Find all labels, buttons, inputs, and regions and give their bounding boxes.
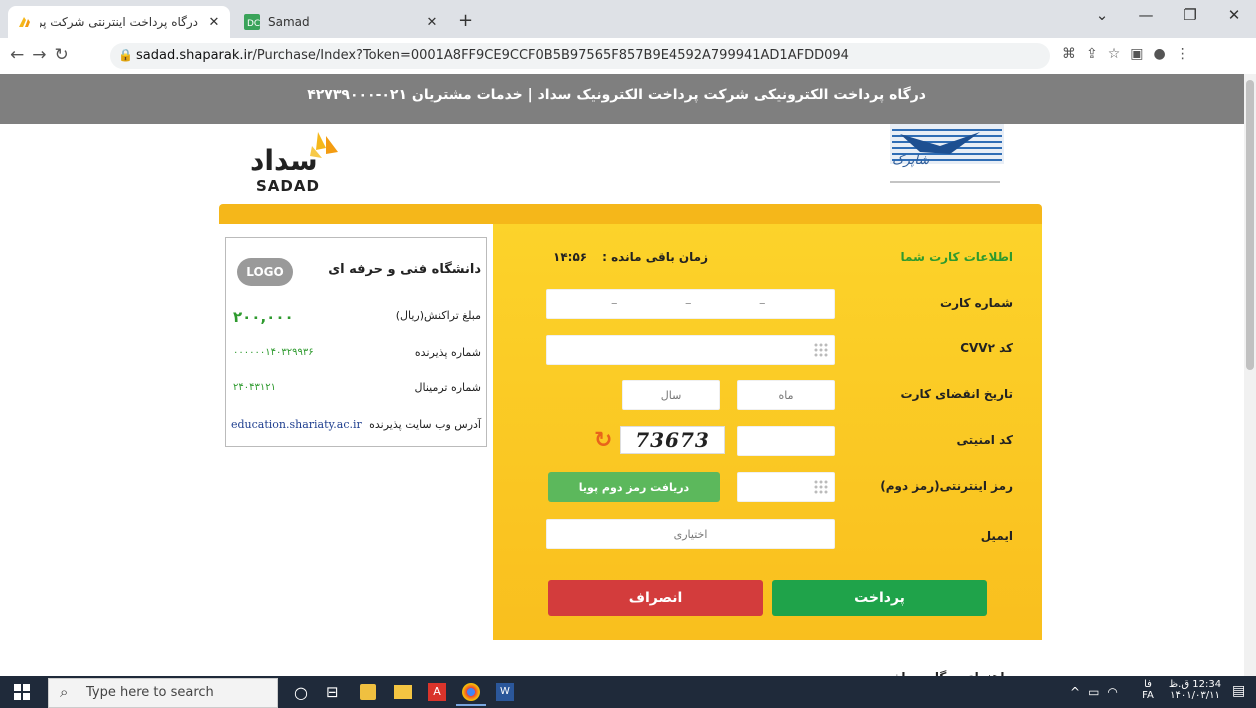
new-tab-button[interactable]: + [458, 10, 473, 31]
shaparak-text: شاپرک [892, 153, 930, 168]
cancel-button[interactable]: انصراف [548, 580, 763, 616]
acrobat-icon[interactable]: A [428, 683, 446, 701]
translate-icon[interactable]: ⌘ [1062, 46, 1086, 62]
language-fa: فا [1144, 679, 1152, 690]
language-indicator[interactable]: فا FA [1138, 679, 1158, 701]
sadad-logo-fa: سداد [250, 144, 318, 177]
terminal-label: شماره ترمینال [414, 381, 481, 394]
orange-strip [219, 204, 1042, 224]
profile-icon[interactable]: ● [1154, 46, 1176, 62]
header-title: درگاه پرداخت الکترونیکی شرکت پرداخت الکت… [307, 87, 926, 103]
chevron-up-icon[interactable]: ^ [1070, 685, 1088, 699]
keypad-icon[interactable] [813, 479, 829, 495]
card-number-input[interactable]: – – – [546, 289, 835, 319]
merchant-logo-placeholder: LOGO [237, 258, 293, 286]
acceptor-label: شماره پذیرنده [414, 346, 481, 359]
word-icon[interactable]: W [496, 683, 514, 701]
svg-text:DC: DC [247, 19, 260, 29]
internet-password-input[interactable] [737, 472, 835, 502]
clock-date: ۱۴۰۱/۰۳/۱۱ [1170, 690, 1220, 701]
minimize-icon[interactable]: — [1124, 6, 1168, 24]
tab-title: Samad [268, 15, 310, 29]
card-info-title: اطلاعات کارت شما [900, 250, 1013, 264]
notifications-icon[interactable]: ▤ [1232, 683, 1245, 699]
tray-icons: ^▭◠ [1070, 685, 1126, 699]
back-icon[interactable]: ← [10, 45, 32, 65]
terminal-value: ۲۴۰۴۳۱۲۱ [233, 382, 276, 393]
battery-icon[interactable]: ▭ [1088, 685, 1107, 699]
reload-icon[interactable]: ↻ [55, 45, 77, 65]
file-explorer-icon[interactable] [394, 685, 412, 699]
side-panel-icon[interactable]: ▣ [1130, 46, 1153, 62]
language-code: FA [1142, 690, 1154, 701]
tab-title: درگاه پرداخت اینترنتی شرکت پرداخت [40, 15, 198, 29]
website-value: education.shariaty.ac.ir [231, 418, 362, 431]
gateway-guide-link[interactable]: راهنمای درگاه پرداخت [880, 666, 1011, 676]
amount-label: مبلغ تراکنش(ریال) [395, 309, 481, 322]
bookmark-star-icon[interactable]: ☆ [1108, 46, 1131, 62]
refresh-captcha-icon[interactable]: ↻ [594, 428, 612, 453]
toolbar-icons: ⌘⇪☆▣●⋮ [1062, 46, 1200, 62]
keypad-icon[interactable] [813, 342, 829, 358]
forward-icon[interactable]: → [32, 45, 54, 65]
share-icon[interactable]: ⇪ [1086, 46, 1108, 62]
expiry-label: تاریخ انقضای کارت [900, 387, 1013, 401]
expiry-month-input[interactable]: ماه [737, 380, 835, 410]
clock-time: 12:34 ق.ظ [1168, 679, 1222, 690]
merchant-name: دانشگاه فنی و حرفه ای [328, 262, 481, 277]
timer-label: زمان باقی مانده : [602, 250, 708, 264]
navigation-icons: ←→↻ [10, 45, 77, 65]
url-host: sadad.shaparak.ir [136, 48, 253, 63]
tab-samad[interactable]: DC Samad ✕ [236, 6, 448, 38]
acceptor-value: ۰۰۰۰۰۰۱۴۰۳۲۹۹۳۶ [233, 347, 314, 358]
samad-favicon-icon: DC [244, 14, 260, 30]
cvv2-input[interactable] [546, 335, 835, 365]
website-label: آدرس وب سایت پذیرنده [369, 418, 481, 431]
url-text: sadad.shaparak.ir/Purchase/Index?Token=0… [136, 48, 849, 63]
store-icon[interactable] [360, 684, 376, 700]
taskbar-search-placeholder: Type here to search [86, 685, 214, 700]
scrollbar-thumb[interactable] [1246, 80, 1254, 370]
url-path: /Purchase/Index?Token=0001A8FF9CE9CCF0B5… [252, 48, 849, 63]
clock[interactable]: 12:34 ق.ظ ۱۴۰۱/۰۳/۱۱ [1166, 679, 1224, 701]
amount-value: ۲۰۰,۰۰۰ [233, 308, 294, 326]
pay-button[interactable]: پرداخت [772, 580, 987, 616]
restore-icon[interactable]: ❐ [1168, 6, 1212, 24]
cvv2-label: کد CVV۲ [960, 341, 1013, 355]
cortana-icon[interactable]: ○ [294, 683, 308, 702]
windows-start-icon[interactable] [14, 684, 30, 703]
chrome-icon[interactable] [462, 683, 480, 701]
window-close-icon[interactable]: ✕ [1212, 6, 1256, 24]
password-label: رمز اینترنتی(رمز دوم) [880, 479, 1013, 493]
lock-icon[interactable]: 🔒 [118, 48, 133, 62]
sadad-favicon-icon [19, 17, 30, 27]
captcha-input[interactable] [737, 426, 835, 456]
task-view-icon[interactable]: ⊟ [326, 683, 339, 701]
close-icon[interactable]: ✕ [424, 15, 440, 30]
expiry-year-input[interactable]: سال [622, 380, 720, 410]
get-dynamic-password-button[interactable]: دریافت رمز دوم پویا [548, 472, 720, 502]
wifi-icon[interactable]: ◠ [1107, 685, 1125, 699]
close-icon[interactable]: ✕ [206, 15, 222, 30]
timer-value: ۱۴:۵۶ [553, 250, 588, 264]
tab-search-icon[interactable]: ⌄ [1080, 6, 1124, 24]
tab-payment-gateway[interactable]: درگاه پرداخت اینترنتی شرکت پرداخت ✕ [8, 6, 230, 38]
card-number-label: شماره کارت [940, 296, 1013, 310]
email-label: ایمیل [980, 529, 1013, 543]
captcha-image: 73673 [620, 426, 725, 454]
email-input[interactable]: اختیاری [546, 519, 835, 549]
search-icon: ⌕ [60, 683, 69, 701]
active-app-indicator [456, 704, 486, 706]
captcha-label: کد امنیتی [956, 433, 1013, 447]
menu-icon[interactable]: ⋮ [1176, 46, 1200, 62]
sadad-logo-en: SADAD [256, 177, 320, 195]
